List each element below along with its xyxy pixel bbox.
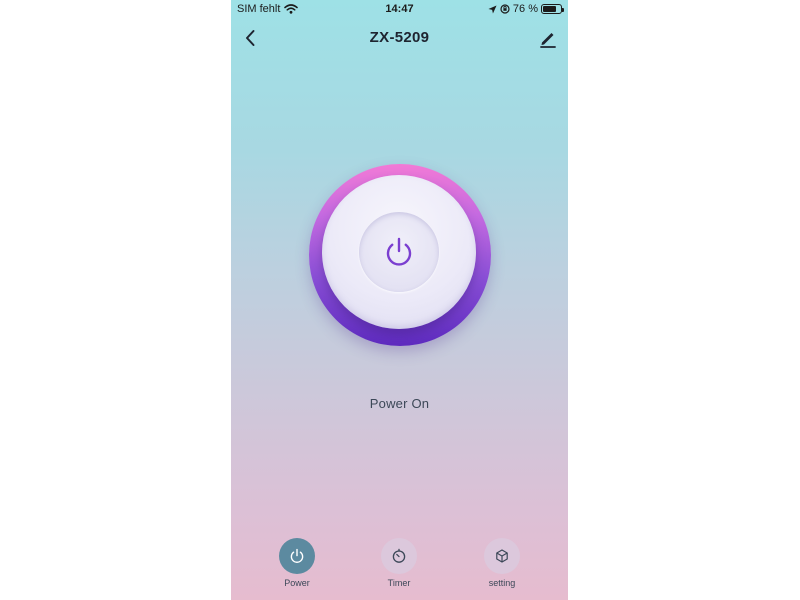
nav-bar: ZX-5209 bbox=[231, 20, 568, 56]
power-status-text: Power On bbox=[369, 396, 430, 411]
edit-button[interactable] bbox=[536, 26, 560, 50]
cube-icon bbox=[496, 549, 508, 563]
tab-timer[interactable]: Timer bbox=[369, 538, 429, 588]
battery-percent: 76 % bbox=[512, 3, 538, 15]
power-button-face bbox=[322, 175, 476, 329]
tab-timer-circle bbox=[381, 538, 417, 574]
status-bar: SIM fehlt 14:47 76 % bbox=[231, 0, 568, 18]
tab-power[interactable]: Power bbox=[267, 538, 327, 588]
tab-power-circle bbox=[279, 538, 315, 574]
tab-timer-label: Timer bbox=[387, 578, 411, 588]
timer-icon bbox=[392, 548, 406, 563]
page-title: ZX-5209 bbox=[369, 29, 430, 46]
power-toggle-button[interactable] bbox=[309, 164, 491, 346]
tab-setting-circle bbox=[484, 538, 520, 574]
location-arrow-icon bbox=[488, 4, 497, 14]
status-right: 76 % bbox=[488, 3, 564, 15]
tab-setting[interactable]: setting bbox=[472, 538, 532, 588]
orientation-lock-icon bbox=[500, 4, 510, 14]
power-icon bbox=[386, 237, 412, 266]
power-icon bbox=[290, 548, 304, 563]
battery-tip bbox=[562, 8, 564, 12]
battery-icon bbox=[541, 4, 564, 14]
phone-screen: SIM fehlt 14:47 76 % ZX-5209 Power On Po… bbox=[231, 0, 568, 600]
tab-setting-label: setting bbox=[488, 578, 516, 588]
battery-fill bbox=[543, 6, 556, 12]
power-button-center bbox=[359, 212, 439, 292]
tab-power-label: Power bbox=[284, 578, 310, 588]
pencil-icon bbox=[540, 33, 556, 48]
